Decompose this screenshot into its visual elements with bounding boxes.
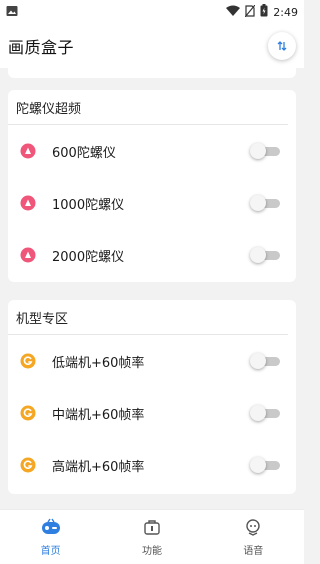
previous-card-bottom (8, 68, 296, 78)
toggle-switch[interactable] (250, 195, 280, 211)
toggle-switch[interactable] (250, 247, 280, 263)
g-badge-icon (20, 353, 36, 369)
section-title: 陀螺仪超频 (8, 90, 288, 125)
section-card-device: 机型专区 低端机+60帧率 中端机+60帧率 高端机+60帧率 (8, 300, 296, 494)
item-label: 2000陀螺仪 (52, 249, 125, 265)
headset-icon (244, 518, 262, 539)
section-card-gyro: 陀螺仪超频 600陀螺仪 1000陀螺仪 2000陀螺仪 (8, 90, 296, 282)
list-item: 中端机+60帧率 (8, 387, 296, 439)
nav-item-voice[interactable]: 语音 (203, 518, 303, 557)
app-title: 画质盒子 (8, 38, 75, 57)
item-label: 中端机+60帧率 (52, 407, 145, 423)
section-title: 机型专区 (8, 300, 288, 335)
g-badge-icon (20, 457, 36, 473)
list-item: 1000陀螺仪 (8, 177, 296, 229)
image-icon (6, 5, 18, 20)
item-label: 低端机+60帧率 (52, 355, 145, 371)
toggle-switch[interactable] (250, 143, 280, 159)
pink-badge-icon (20, 143, 36, 159)
nav-label: 语音 (243, 545, 264, 557)
app-bar: 画质盒子 (0, 24, 304, 68)
nav-label: 首页 (40, 545, 61, 557)
toggle-switch[interactable] (250, 353, 280, 369)
battery-icon (260, 4, 268, 20)
gamepad-icon (41, 518, 61, 539)
item-label: 高端机+60帧率 (52, 459, 145, 475)
toolbox-icon (143, 518, 161, 539)
nav-label: 功能 (141, 545, 162, 557)
item-label: 1000陀螺仪 (52, 197, 125, 213)
status-bar: 2:49 (0, 0, 304, 24)
list-item: 低端机+60帧率 (8, 335, 296, 387)
wifi-icon (226, 5, 241, 19)
toggle-switch[interactable] (250, 405, 280, 421)
g-badge-icon (20, 405, 36, 421)
pink-badge-icon (20, 247, 36, 263)
sort-arrows-icon (276, 37, 288, 56)
item-label: 600陀螺仪 (52, 145, 116, 161)
pink-badge-icon (20, 195, 36, 211)
sort-button[interactable] (268, 32, 296, 60)
nav-item-home[interactable]: 首页 (1, 518, 101, 557)
no-sim-icon (244, 4, 256, 20)
list-item: 2000陀螺仪 (8, 229, 296, 281)
toggle-switch[interactable] (250, 457, 280, 473)
bottom-nav: 首页 功能 语音 (0, 509, 304, 564)
list-item: 高端机+60帧率 (8, 439, 296, 491)
clock-time: 2:49 (273, 5, 298, 19)
list-item: 600陀螺仪 (8, 125, 296, 177)
nav-item-features[interactable]: 功能 (102, 518, 202, 557)
